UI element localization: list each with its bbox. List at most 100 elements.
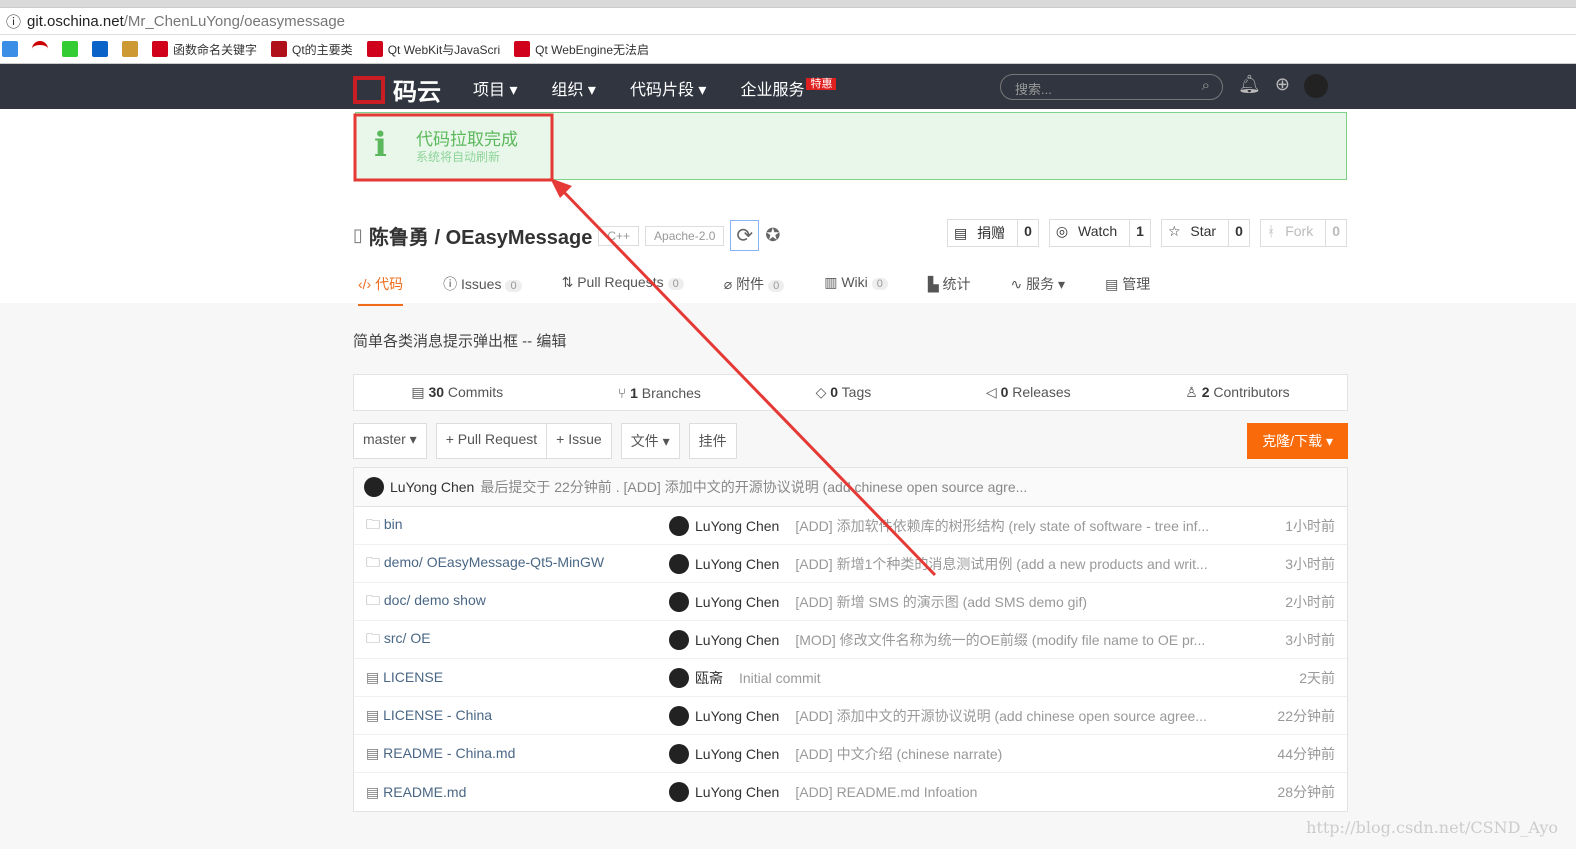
commit-message[interactable]: [ADD] 添加中文的开源协议说明 (add chinese open sour… [795, 706, 1207, 726]
star-button[interactable]: ☆ Star 0 [1160, 219, 1250, 247]
file-row: ▤ LICENSE - China LuYong Chen [ADD] 添加中文的… [354, 697, 1347, 735]
tab-4[interactable]: ▥ Wiki 0 [824, 274, 888, 306]
avatar [669, 705, 689, 726]
bookmark-icon[interactable] [122, 41, 138, 57]
commit-message[interactable]: [ADD] 中文介绍 (chinese narrate) [795, 744, 1002, 764]
bookmarks-bar: 函数命名关键字 Qt的主要类 Qt WebKit与JavaScri Qt WebEng… [0, 35, 1576, 64]
tab-7[interactable]: ▤ 管理 [1105, 274, 1150, 306]
commit-message[interactable]: [ADD] 新增 SMS 的演示图 (add SMS demo gif) [795, 592, 1087, 612]
avatar [669, 591, 689, 612]
commit-author[interactable]: LuYong Chen [390, 479, 474, 495]
award-icon[interactable]: ✪ [765, 225, 780, 246]
new-pull-request-button[interactable]: + Pull Request [435, 423, 548, 459]
folder-icon: 🗀︎ [366, 553, 380, 570]
commit-time: 28分钟前 [1277, 784, 1335, 800]
new-issue-button[interactable]: + Issue [547, 423, 612, 459]
file-row: ▤ README - China.md LuYong Chen [ADD] 中文介… [354, 735, 1347, 773]
commit-author[interactable]: LuYong Chen [695, 556, 779, 572]
menu-projects[interactable]: 项目 ▾ [473, 76, 517, 100]
bookmark-icon[interactable] [32, 41, 48, 57]
menu-enterprise[interactable]: 企业服务 特惠 [740, 76, 837, 100]
bookmark-icon[interactable] [62, 41, 78, 57]
refresh-icon[interactable]: ⟳ [730, 220, 760, 251]
watch-label: Watch [1078, 223, 1118, 239]
watch-button[interactable]: ◎ Watch 1 [1048, 219, 1151, 247]
plus-circle-icon[interactable]: ⊕ [1275, 74, 1290, 98]
avatar[interactable] [1303, 74, 1328, 98]
fork-button[interactable]: ᚼ Fork 0 [1259, 219, 1347, 247]
file-icon: ▤ [366, 669, 380, 685]
stat-tags[interactable]: ◇ 0 Tags [816, 384, 872, 401]
commit-author[interactable]: LuYong Chen [695, 784, 779, 800]
bell-icon[interactable]: 🔔︎ [1238, 74, 1261, 98]
commit-author[interactable]: LuYong Chen [695, 518, 779, 534]
file-link[interactable]: ▤ README.md [366, 784, 466, 801]
alert-title: 代码拉取完成 [416, 130, 518, 149]
commit-author[interactable]: LuYong Chen [695, 708, 779, 724]
widget-button[interactable]: 挂件 [688, 423, 737, 459]
donate-label: 捐赠 [977, 225, 1006, 241]
tab-2[interactable]: ⇅ Pull Requests 0 [562, 274, 684, 306]
commit-message[interactable]: [ADD] README.md Infoation [795, 784, 977, 800]
donate-button[interactable]: ▤ 捐赠 0 [946, 219, 1039, 247]
menu-orgs[interactable]: 组织 ▾ [551, 76, 595, 100]
logo[interactable]: 码云 [353, 72, 441, 107]
address-bar[interactable]: ⓘ git.oschina.net/Mr_ChenLuYong/oeasymes… [0, 8, 1576, 35]
commit-time: 2小时前 [1285, 593, 1335, 610]
search-icon[interactable]: ⌕ [1202, 77, 1210, 94]
branch-select[interactable]: master ▾ [353, 423, 427, 459]
commit-author[interactable]: LuYong Chen [695, 594, 779, 610]
commit-author[interactable]: 瓯斋 [695, 668, 723, 688]
bookmark-item[interactable]: 函数命名关键字 [152, 41, 257, 58]
bookmark-item[interactable]: Qt WebEngine无法启 [514, 41, 649, 58]
repo-title[interactable]: 陈鲁勇 / OEasyMessage [369, 221, 592, 250]
stat-icon: ⑂ [617, 384, 627, 401]
commit-message[interactable]: 最后提交于 22分钟前 . [ADD] 添加中文的开源协议说明 (add chi… [480, 477, 1027, 497]
file-link[interactable]: ▤ LICENSE - China [366, 707, 492, 724]
bookmark-item[interactable]: Qt WebKit与JavaScri [366, 41, 500, 58]
commit-message[interactable]: [ADD] 新增1个种类的消息测试用例 (add a new products … [795, 554, 1207, 574]
tab-5[interactable]: ▙ 统计 [928, 274, 971, 306]
clone-download-button[interactable]: 克隆/下载 ▾ [1247, 423, 1348, 459]
donate-count[interactable]: 0 [1017, 220, 1038, 246]
url-host: git.oschina.net [27, 12, 124, 30]
bookmark-icon[interactable] [2, 41, 18, 57]
file-link[interactable]: 🗀︎ doc/ demo show [366, 590, 486, 614]
tab-3[interactable]: ⌀ 附件 0 [724, 274, 785, 306]
bookmark-label: Qt的主要类 [292, 42, 353, 57]
tab-icon: ‹/› [358, 276, 372, 292]
license-tag[interactable]: Apache-2.0 [645, 225, 725, 246]
browser-tabstrip [0, 0, 1576, 8]
tab-0[interactable]: ‹/› 代码 [358, 274, 404, 306]
bookmark-item[interactable]: Qt的主要类 [271, 41, 353, 58]
stat-branches[interactable]: ⑂ 1 Branches [618, 385, 701, 401]
repo-description: 简单各类消息提示弹出框 -- 编辑 [353, 333, 567, 350]
search-input[interactable]: 搜索... ⌕ [1000, 74, 1223, 100]
language-tag[interactable]: C++ [598, 225, 640, 246]
commit-message[interactable]: [MOD] 修改文件名称为统一的OE前缀 (modify file name t… [795, 630, 1205, 650]
watch-count[interactable]: 1 [1129, 220, 1150, 246]
commit-message[interactable]: Initial commit [739, 670, 821, 686]
tab-6[interactable]: ∿ 服务 ▾ [1011, 274, 1066, 306]
file-menu-button[interactable]: 文件 ▾ [620, 423, 680, 459]
tab-1[interactable]: ⓘ Issues 0 [443, 274, 522, 306]
stat-contributors[interactable]: ♙ 2 Contributors [1185, 384, 1289, 401]
outlook-icon[interactable] [92, 41, 108, 57]
tab-label: 服务 ▾ [1026, 276, 1066, 292]
stat-commits[interactable]: ▤ 30 Commits [411, 384, 503, 401]
menu-snippets[interactable]: 代码片段 ▾ [630, 76, 706, 100]
fork-count[interactable]: 0 [1325, 220, 1346, 246]
stat-releases[interactable]: ◁ 0 Releases [986, 384, 1071, 401]
file-link[interactable]: 🗀︎ bin [366, 514, 403, 538]
file-link[interactable]: 🗀︎ src/ OE [366, 628, 431, 652]
star-count[interactable]: 0 [1228, 220, 1249, 246]
commit-author[interactable]: LuYong Chen [695, 746, 779, 762]
commit-message[interactable]: [ADD] 添加软件依赖库的树形结构 (rely state of softwa… [795, 516, 1209, 536]
file-link[interactable]: 🗀︎ demo/ OEasyMessage-Qt5-MinGW [366, 552, 604, 576]
stat-label: Contributors [1213, 384, 1290, 400]
file-link[interactable]: ▤ README - China.md [366, 745, 515, 762]
tab-label: 管理 [1122, 276, 1151, 292]
tab-label: 附件 [736, 276, 765, 292]
file-link[interactable]: ▤ LICENSE [366, 669, 443, 686]
commit-author[interactable]: LuYong Chen [695, 632, 779, 648]
